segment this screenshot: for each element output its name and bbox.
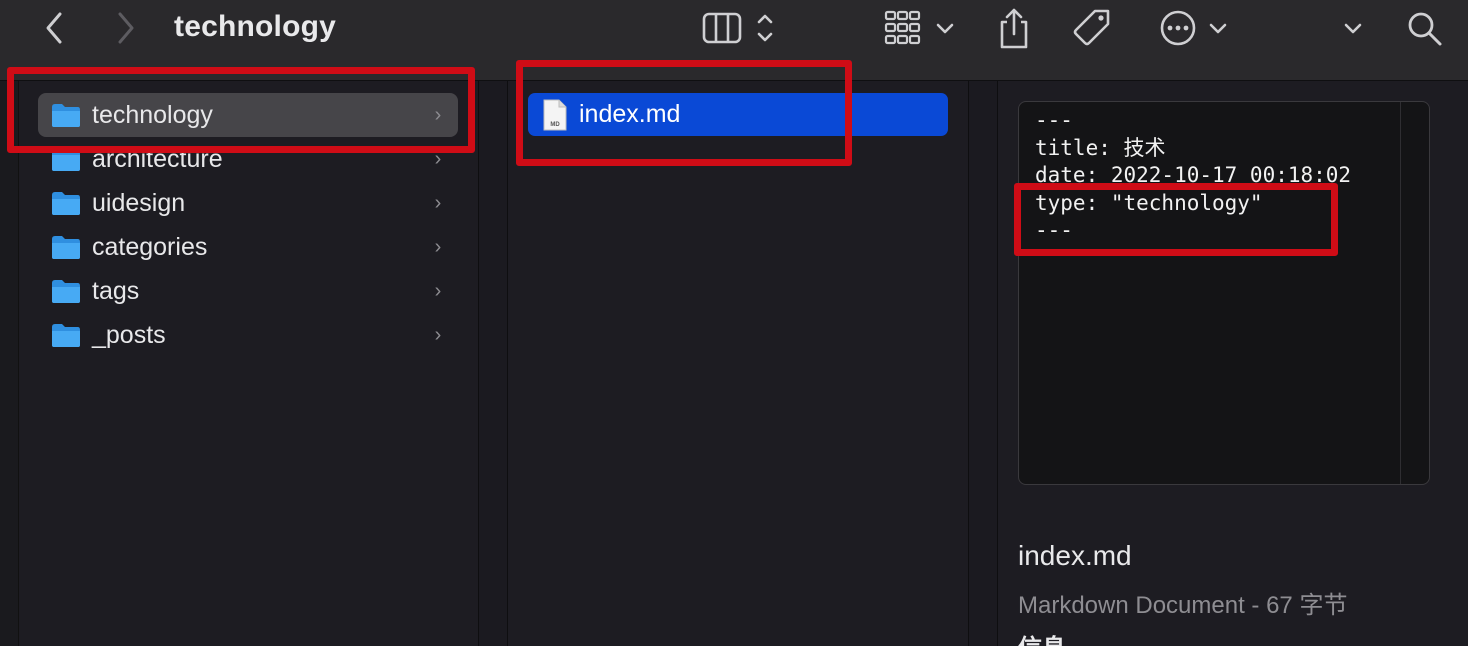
- info-file-name: index.md: [1018, 540, 1132, 571]
- highlight-box: [516, 60, 852, 166]
- folder-row-uidesign[interactable]: uidesign ›: [38, 181, 458, 225]
- info-file-kind: Markdown Document - 67 字节: [1018, 592, 1348, 619]
- share-button[interactable]: [994, 0, 1034, 56]
- folder-label: tags: [92, 276, 140, 305]
- chevron-right-icon: ›: [434, 235, 442, 258]
- column-gap: [969, 81, 997, 646]
- more-button[interactable]: [1156, 0, 1232, 56]
- folder-icon: [51, 190, 81, 216]
- chevron-right-icon: ›: [434, 279, 442, 302]
- folder-icon: [51, 278, 81, 304]
- column-view-icon: [702, 12, 773, 44]
- folder-icon: [51, 234, 81, 260]
- search-icon: [1408, 12, 1442, 46]
- folder-row-tags[interactable]: tags ›: [38, 269, 458, 313]
- highlight-box: [7, 67, 475, 153]
- finder-window: technology technology › architecture › u…: [0, 0, 1468, 646]
- folder-label: uidesign: [92, 188, 186, 217]
- chevron-left-icon: [46, 12, 62, 44]
- folder-label: _posts: [92, 320, 166, 349]
- sidebar-edge: [0, 81, 19, 646]
- folder-row-posts[interactable]: _posts ›: [38, 313, 458, 357]
- highlight-box: [1014, 183, 1338, 256]
- info-section-title: 信息: [1018, 628, 1066, 646]
- back-button[interactable]: [36, 0, 72, 56]
- folder-label: categories: [92, 232, 208, 261]
- tag-button[interactable]: [1070, 0, 1116, 56]
- folder-icon: [51, 322, 81, 348]
- chevron-down-icon: [1344, 23, 1362, 34]
- window-title: technology: [174, 10, 337, 43]
- chevron-right-icon: ›: [434, 191, 442, 214]
- tag-icon: [1073, 9, 1110, 46]
- folder-row-categories[interactable]: categories ›: [38, 225, 458, 269]
- toolbar-overflow-button[interactable]: [1338, 0, 1368, 56]
- preview-scrollbar[interactable]: [1400, 102, 1429, 484]
- group-button[interactable]: [882, 0, 958, 56]
- grid-icon: [884, 10, 954, 45]
- chevron-right-icon: ›: [434, 323, 442, 346]
- column-gap: [479, 81, 507, 646]
- chevron-right-icon: [118, 12, 134, 44]
- view-mode-button[interactable]: [700, 0, 780, 56]
- share-icon: [1000, 8, 1028, 49]
- search-button[interactable]: [1402, 0, 1446, 56]
- file-preview[interactable]: --- title: 技术 date: 2022-10-17 00:18:02 …: [1018, 101, 1430, 485]
- ellipsis-circle-icon: [1160, 10, 1227, 46]
- forward-button[interactable]: [108, 0, 144, 56]
